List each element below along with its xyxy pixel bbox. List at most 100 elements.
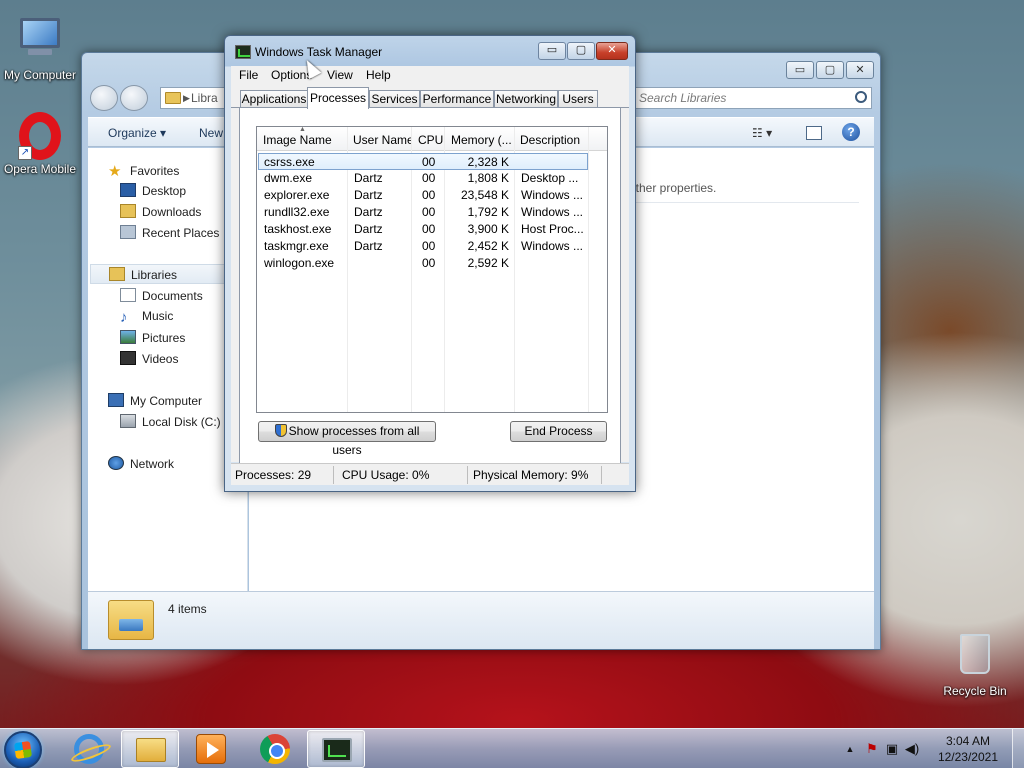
tab-performance[interactable]: Performance (420, 90, 494, 108)
nav-desktop[interactable]: Desktop (120, 183, 186, 198)
nav-network[interactable]: Network (108, 456, 174, 471)
tab-users[interactable]: Users (558, 90, 598, 108)
clock[interactable]: 3:04 AM 12/23/2021 (938, 733, 998, 765)
explorer-minimize-button[interactable]: ▭ (786, 61, 814, 79)
cell-user-name: Dartz (354, 239, 383, 253)
column-image-name[interactable]: Image Name (263, 133, 347, 147)
status-separator (467, 466, 468, 484)
nav-libraries[interactable]: Libraries (90, 264, 246, 284)
table-row[interactable]: csrss.exe 00 2,328 K (258, 153, 588, 170)
cell-memory: 23,548 K (460, 188, 509, 202)
forward-button[interactable] (120, 85, 148, 111)
cell-memory: 2,328 K (467, 155, 509, 169)
nav-videos[interactable]: Videos (120, 351, 178, 366)
downloads-icon (120, 204, 136, 218)
table-row[interactable]: rundll32.exe Dartz 00 1,792 K Windows ..… (258, 204, 588, 221)
nav-music[interactable]: ♪ Music (120, 309, 173, 326)
view-options-icon[interactable]: ☷ ▾ (752, 126, 786, 146)
end-process-button[interactable]: End Process (510, 421, 607, 442)
start-button[interactable] (4, 731, 42, 768)
action-center-flag-icon[interactable]: ⚑ (864, 741, 880, 757)
status-cpu-usage: CPU Usage: 0% (342, 468, 430, 482)
new-button[interactable]: New (199, 126, 223, 140)
status-physical-memory: Physical Memory: 9% (473, 468, 589, 482)
column-description[interactable]: Description (520, 133, 588, 147)
cell-description: Host Proc... (521, 222, 584, 236)
tab-applications[interactable]: Applications (240, 90, 308, 108)
cell-description: Desktop ... (521, 171, 579, 185)
status-separator (333, 466, 334, 484)
table-row[interactable]: winlogon.exe 00 2,592 K (258, 255, 588, 272)
explorer-close-button[interactable]: ✕ (846, 61, 874, 79)
taskbar-internet-explorer[interactable] (60, 730, 118, 768)
nav-my-computer[interactable]: My Computer (108, 393, 202, 408)
task-manager-window: Windows Task Manager ▭ ▢ ✕ File Options … (224, 35, 636, 492)
table-row[interactable]: taskhost.exe Dartz 00 3,900 K Host Proc.… (258, 221, 588, 238)
desktop-icon-label: Opera Mobile (3, 162, 77, 176)
show-all-processes-button[interactable]: Show processes from all users (258, 421, 436, 457)
pictures-icon (120, 330, 136, 344)
explorer-maximize-button[interactable]: ▢ (816, 61, 844, 79)
disk-icon (120, 414, 136, 428)
cell-image-name: rundll32.exe (264, 205, 330, 219)
cell-cpu: 00 (422, 256, 436, 270)
process-list[interactable]: ▲ Image Name User Name CPU Memory (... D… (256, 126, 608, 413)
tab-processes[interactable]: Processes (307, 87, 369, 109)
nav-pictures[interactable]: Pictures (120, 330, 185, 345)
nav-favorites[interactable]: ★ Favorites (108, 162, 179, 180)
desktop-icon-recycle-bin[interactable]: Recycle Bin (935, 630, 1015, 698)
tab-services[interactable]: Services (369, 90, 420, 108)
nav-documents[interactable]: Documents (120, 288, 203, 303)
nav-local-disk[interactable]: Local Disk (C:) (120, 414, 221, 429)
maximize-button[interactable]: ▢ (567, 42, 595, 60)
star-icon: ★ (108, 163, 122, 180)
column-cpu[interactable]: CPU (418, 133, 446, 147)
libraries-large-icon (108, 600, 154, 640)
taskbar-task-manager[interactable] (307, 730, 365, 768)
taskbar-chrome[interactable] (246, 730, 304, 768)
table-row[interactable]: taskmgr.exe Dartz 00 2,452 K Windows ... (258, 238, 588, 255)
cell-image-name: taskmgr.exe (264, 239, 329, 253)
network-tray-icon[interactable]: ▣ (884, 741, 900, 757)
tab-networking[interactable]: Networking (494, 90, 558, 108)
organize-button[interactable]: Organize ▾ (108, 126, 166, 140)
show-desktop-button[interactable] (1012, 729, 1024, 768)
table-row[interactable]: explorer.exe Dartz 00 23,548 K Windows .… (258, 187, 588, 204)
close-button[interactable]: ✕ (596, 42, 628, 60)
task-manager-icon (235, 45, 251, 59)
cell-description: Windows ... (521, 239, 584, 253)
cell-image-name: csrss.exe (264, 155, 315, 169)
column-user-name[interactable]: User Name (353, 133, 411, 147)
cell-description: Windows ... (521, 188, 584, 202)
cell-user-name: Dartz (354, 188, 383, 202)
nav-recent-places[interactable]: Recent Places (120, 225, 219, 240)
libraries-icon (109, 267, 125, 281)
table-row[interactable]: dwm.exe Dartz 00 1,808 K Desktop ... (258, 170, 588, 187)
desktop-icon (120, 183, 136, 197)
show-hidden-icons-icon[interactable]: ▲ (842, 741, 858, 757)
taskbar-windows-explorer[interactable] (121, 730, 179, 768)
help-icon[interactable]: ? (842, 123, 860, 141)
taskbar-media-player[interactable] (182, 730, 240, 768)
cell-user-name: Dartz (354, 171, 383, 185)
back-button[interactable] (90, 85, 118, 111)
minimize-button[interactable]: ▭ (538, 42, 566, 60)
cell-cpu: 00 (422, 239, 436, 253)
search-icon[interactable] (855, 91, 867, 103)
preview-pane-icon[interactable] (806, 126, 822, 140)
nav-downloads[interactable]: Downloads (120, 204, 201, 219)
cell-memory: 2,592 K (467, 256, 509, 270)
cell-user-name: Dartz (354, 205, 383, 219)
search-input[interactable]: Search Libraries (634, 87, 872, 109)
menu-view[interactable]: View (327, 68, 353, 82)
status-separator (601, 466, 602, 484)
breadcrumb-arrow-icon: ▶ (183, 93, 190, 103)
cell-memory: 2,452 K (467, 239, 509, 253)
desktop-icon-my-computer[interactable]: My Computer (0, 10, 80, 82)
menu-help[interactable]: Help (366, 68, 391, 82)
desktop-icon-opera-mobile[interactable]: ↗ Opera Mobile (0, 112, 80, 176)
volume-icon[interactable]: ◀) (904, 741, 920, 757)
menu-file[interactable]: File (239, 68, 258, 82)
column-memory[interactable]: Memory (... (451, 133, 515, 147)
cell-cpu: 00 (422, 155, 436, 169)
